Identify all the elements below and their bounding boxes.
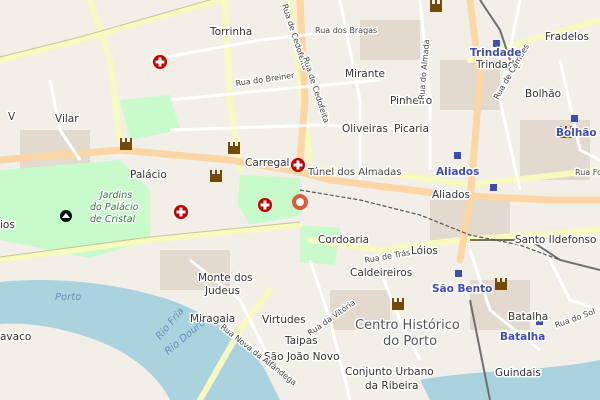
label-centro-historico: Centro Histórico — [355, 318, 460, 333]
label-virtudes: Virtudes — [262, 314, 306, 326]
label-da-ribeira: da Ribeira — [365, 380, 418, 392]
label-ios: ios — [0, 219, 15, 231]
castle-icon[interactable] — [392, 298, 404, 310]
location-marker-icon[interactable] — [292, 194, 308, 210]
label-conjunto-urbano: Conjunto Urbano — [345, 366, 434, 378]
label-palacio: Palácio — [130, 169, 167, 181]
label-caldeireiros: Caldeireiros — [350, 267, 412, 279]
castle-icon[interactable] — [495, 278, 507, 290]
castle-icon[interactable] — [210, 170, 222, 182]
label-rua-dos-bragas: Rua dos Bragas — [315, 26, 377, 35]
castle-icon[interactable] — [120, 138, 132, 150]
label-torrinha: Torrinha — [209, 26, 252, 38]
label-bolhao-place: Bolhão — [525, 88, 561, 100]
label-santo-ildefonso: Santo Ildefonso — [515, 234, 596, 246]
label-oliveiras: Oliveiras — [342, 123, 388, 135]
castle-icon[interactable] — [228, 142, 240, 154]
hospital-icon[interactable] — [258, 198, 272, 212]
hospital-icon[interactable] — [291, 158, 305, 172]
label-tunel-dos-almadas: Túnel dos Almadas — [307, 166, 401, 178]
label-avaco: avaco — [0, 331, 31, 343]
label-do-palacio: do Palácio — [90, 202, 139, 213]
label-vilar: Vilar — [55, 113, 79, 125]
label-station-aliados: Aliados — [436, 166, 479, 178]
label-mirante: Mirante — [345, 68, 385, 80]
metro-station-icon[interactable] — [490, 184, 497, 191]
label-batalha-place: Batalha — [508, 311, 548, 323]
hospital-icon[interactable] — [174, 205, 188, 219]
metro-station-icon[interactable] — [493, 40, 500, 47]
label-rua-fo: Rua Fo — [575, 168, 600, 177]
label-v: V — [8, 111, 16, 123]
label-station-trindade: Trindade — [470, 47, 522, 59]
label-station-batalha: Batalha — [500, 331, 545, 343]
map-canvas[interactable]: Torrinha Vilar Palácio Jardins do Paláci… — [0, 0, 600, 400]
metro-station-icon[interactable] — [571, 115, 578, 122]
label-porto: Porto — [55, 292, 81, 303]
label-guindais: Guindais — [495, 367, 541, 379]
label-carregal: Carregal — [245, 157, 289, 169]
metro-station-icon[interactable] — [454, 152, 461, 159]
label-fradelos: Fradelos — [545, 31, 589, 43]
label-de-cristal: de Cristal — [90, 214, 136, 225]
label-monte-dos: Monte dos — [198, 272, 253, 284]
label-station-bolhao: Bolhão — [556, 127, 597, 139]
map-svg[interactable]: Torrinha Vilar Palácio Jardins do Paláci… — [0, 0, 600, 400]
label-loios: Lóios — [411, 245, 438, 257]
label-jardins: Jardins — [98, 190, 132, 201]
label-do-porto: do Porto — [383, 334, 437, 349]
label-station-sao-bento: São Bento — [432, 283, 492, 295]
hospital-icon[interactable] — [153, 55, 167, 69]
museum-icon[interactable] — [60, 210, 72, 222]
label-taipas: Taipas — [284, 335, 318, 347]
metro-station-icon[interactable] — [455, 270, 462, 277]
label-cordoaria: Cordoaria — [318, 234, 369, 246]
label-aliados: Aliados — [432, 189, 470, 201]
label-picaria: Picaria — [394, 123, 429, 135]
label-judeus: Judeus — [204, 285, 240, 297]
castle-icon[interactable] — [430, 0, 442, 12]
